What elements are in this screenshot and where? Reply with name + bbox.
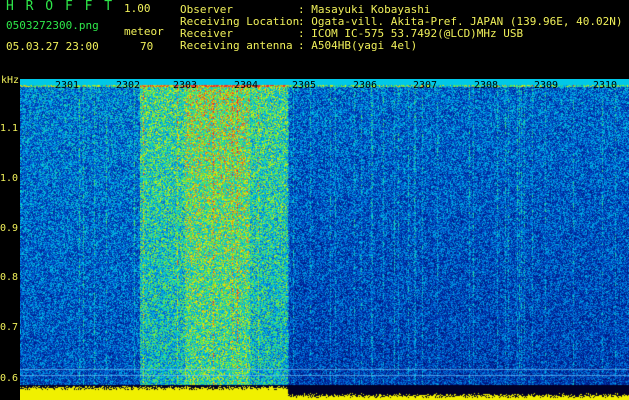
y-tick-label: 0.8 — [0, 272, 19, 283]
app-version: 1.00 — [124, 2, 151, 15]
y-tick-label: 0.7 — [0, 322, 19, 333]
mode-label: meteor — [124, 25, 164, 38]
x-tick-label: 2308 — [474, 80, 499, 91]
x-tick-label: 2304 — [234, 80, 259, 91]
y-tick-label: 0.6 — [0, 373, 19, 384]
x-tick-label: 2302 — [116, 80, 141, 91]
y-axis-unit: kHz — [1, 75, 20, 86]
y-tick-label: 1.1 — [0, 123, 19, 134]
detection-count: 70 — [140, 40, 154, 53]
y-tick-label: 0.9 — [0, 223, 19, 234]
x-tick-label: 2309 — [534, 80, 559, 91]
x-tick-label: 2310 — [593, 80, 618, 91]
date-time: 05.03.27 23:00 — [6, 40, 99, 53]
info-antenna-label: Receiving antenna — [180, 39, 293, 52]
info-antenna-value: : A504HB(yagi 4el) — [298, 39, 418, 52]
file-name: 0503272300.png — [6, 19, 99, 32]
x-tick-label: 2301 — [55, 80, 80, 91]
x-tick-label: 2305 — [292, 80, 317, 91]
x-tick-label: 2303 — [173, 80, 198, 91]
app-title: H R O F F T — [6, 0, 115, 14]
y-tick-label: 1.0 — [0, 173, 19, 184]
spectrogram — [20, 79, 629, 400]
x-tick-label: 2306 — [353, 80, 378, 91]
x-tick-label: 2307 — [413, 80, 438, 91]
